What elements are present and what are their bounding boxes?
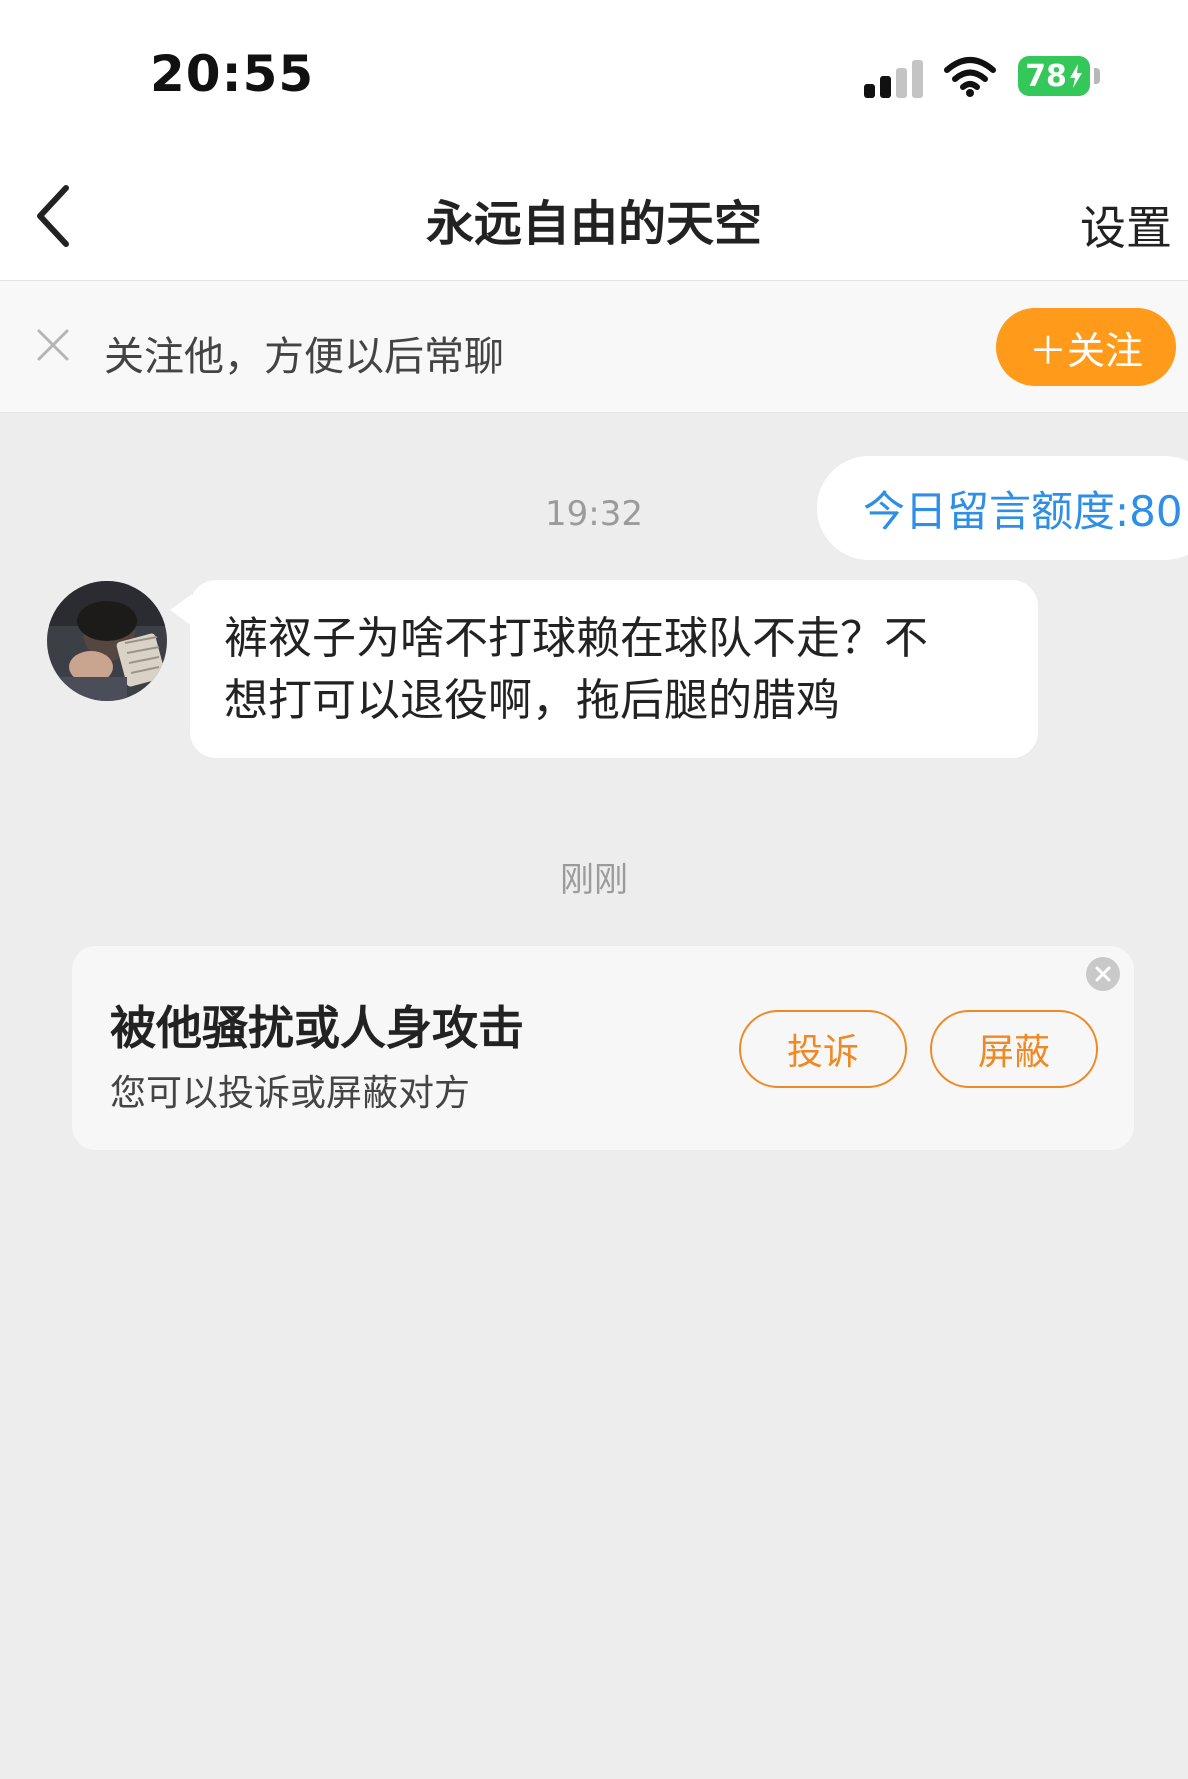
bubble-tail <box>170 594 192 626</box>
avatar[interactable] <box>47 581 167 701</box>
block-button[interactable]: 屏蔽 <box>930 1010 1098 1088</box>
follow-button[interactable]: ＋关注 <box>996 308 1176 386</box>
conversation-title: 永远自由的天空 <box>425 196 762 252</box>
message-line: 裤衩子为啥不打球赖在球队不走？不 <box>224 613 928 664</box>
back-arrow-icon[interactable] <box>30 178 80 254</box>
battery-cap <box>1094 68 1100 84</box>
close-circle-icon[interactable] <box>1086 957 1120 991</box>
charging-bolt-icon <box>1069 64 1082 88</box>
user-photo-icon <box>47 581 167 701</box>
settings-button[interactable]: 设置 <box>1080 192 1172 258</box>
cellular-signal-icon <box>864 58 924 98</box>
follow-prompt-text: 关注他，方便以后常聊 <box>104 334 504 380</box>
battery-level: 78 <box>1025 58 1067 94</box>
message-line: 想打可以退役啊，拖后腿的腊鸡 <box>224 675 840 726</box>
close-icon[interactable] <box>36 328 70 362</box>
report-card-subtitle: 您可以投诉或屏蔽对方 <box>110 1073 471 1114</box>
report-card-title: 被他骚扰或人身攻击 <box>110 1001 524 1055</box>
incoming-message-bubble[interactable]: 裤衩子为啥不打球赖在球队不走？不 想打可以退役啊，拖后腿的腊鸡 <box>190 580 1038 758</box>
complain-button[interactable]: 投诉 <box>739 1010 907 1088</box>
message-timestamp: 刚刚 <box>560 860 628 900</box>
battery-icon: 78 <box>1018 56 1090 96</box>
message-quota-badge: 今日留言额度:80 <box>817 456 1188 560</box>
status-time: 20:55 <box>150 45 315 103</box>
wifi-icon <box>944 57 996 97</box>
